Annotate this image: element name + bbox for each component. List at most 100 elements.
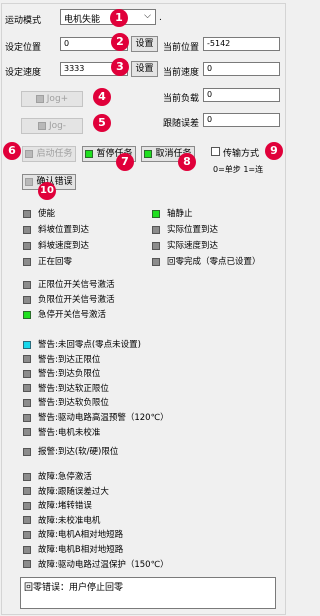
follow-error-field: 0 bbox=[203, 113, 280, 127]
status-text: 正限位开关信号激活 bbox=[38, 280, 115, 290]
status-led-icon bbox=[23, 545, 31, 554]
chevron-down-icon: ⌵ bbox=[144, 11, 151, 21]
status-indicator: 使能 bbox=[23, 209, 55, 220]
status-indicator: 实际位置到达 bbox=[152, 225, 218, 236]
jog-plus-button[interactable]: Jog+ bbox=[21, 91, 83, 107]
limit-indicator: 负限位开关信号激活 bbox=[23, 295, 115, 306]
jog-minus-label: Jog- bbox=[48, 121, 67, 131]
status-text: 实际位置到达 bbox=[167, 225, 219, 235]
status-led-icon bbox=[23, 530, 31, 539]
mode-label: 运动模式 bbox=[5, 16, 42, 26]
status-text: 警告:到达正限位 bbox=[38, 354, 101, 365]
set-position-label: 设定位置 bbox=[5, 43, 42, 53]
current-load-field: 0 bbox=[203, 88, 280, 102]
mode-suffix: . bbox=[159, 13, 162, 23]
current-speed-field: 0 bbox=[203, 62, 280, 76]
warning-indicator: 警告:到达正限位 bbox=[23, 355, 100, 366]
transfer-mode-label: 传输方式 bbox=[223, 149, 260, 159]
confirm-error-icon bbox=[25, 177, 34, 186]
status-text: 实际速度到达 bbox=[167, 241, 219, 251]
limit-indicator: 正限位开关信号激活 bbox=[23, 280, 115, 291]
status-led-icon bbox=[23, 413, 31, 422]
mode-select[interactable]: 电机失能 ⌵ bbox=[60, 9, 156, 25]
status-text: 警告:到达负限位 bbox=[38, 369, 101, 380]
status-led-icon bbox=[23, 225, 31, 234]
status-text: 回零完成（零点已设置） bbox=[167, 257, 261, 267]
status-led-icon bbox=[23, 428, 31, 437]
status-led-icon bbox=[23, 487, 31, 496]
fault-indicator: 故障:电机B相对地短路 bbox=[23, 545, 123, 556]
status-led-icon bbox=[23, 472, 31, 481]
status-text: 轴静止 bbox=[167, 209, 193, 219]
status-text: 警告:未回零点(零点未设置) bbox=[38, 340, 141, 350]
status-text: 负限位开关信号激活 bbox=[38, 295, 115, 305]
jog-plus-checkbox-icon bbox=[35, 94, 44, 103]
set-position-button[interactable]: 设置 bbox=[131, 36, 158, 52]
status-text: 斜坡速度到达 bbox=[38, 241, 90, 251]
jog-minus-button[interactable]: Jog- bbox=[21, 118, 83, 134]
status-led-icon bbox=[23, 241, 31, 250]
status-text: 急停开关信号激活 bbox=[38, 310, 107, 320]
transfer-mode-checkbox[interactable] bbox=[211, 147, 220, 156]
limit-indicator: 急停开关信号激活 bbox=[23, 310, 106, 321]
current-position-label: 当前位置 bbox=[163, 43, 200, 53]
marker-5: 5 bbox=[93, 114, 111, 132]
cancel-task-indicator-icon bbox=[144, 149, 153, 158]
status-led-icon bbox=[23, 355, 31, 364]
marker-10: 10 bbox=[38, 182, 56, 200]
marker-4: 4 bbox=[93, 88, 111, 106]
start-task-indicator-icon bbox=[25, 149, 34, 158]
fault-indicator: 故障:急停激活 bbox=[23, 472, 92, 483]
warning-indicator: 警告:驱动电路高温预警（120℃） bbox=[23, 413, 169, 424]
status-indicator: 实际速度到达 bbox=[152, 241, 218, 252]
status-text: 故障:堵转错误 bbox=[38, 501, 92, 512]
status-led-icon bbox=[23, 369, 31, 378]
start-task-label: 启动任务 bbox=[36, 149, 73, 159]
status-indicator: 斜坡速度到达 bbox=[23, 241, 89, 252]
status-led-icon bbox=[23, 257, 31, 266]
status-led-icon bbox=[23, 310, 31, 319]
status-text: 斜坡位置到达 bbox=[38, 225, 90, 235]
follow-error-label: 跟随误差 bbox=[163, 119, 200, 129]
transfer-mode-hint: 0=单步 1=连 bbox=[213, 165, 264, 174]
status-led-icon bbox=[152, 225, 160, 234]
status-led-icon bbox=[23, 560, 31, 569]
current-load-label: 当前负载 bbox=[163, 94, 200, 104]
status-text: 使能 bbox=[38, 209, 56, 219]
status-text: 故障:电机A相对地短路 bbox=[38, 530, 124, 541]
fault-indicator: 故障:电机A相对地短路 bbox=[23, 530, 123, 541]
set-speed-button[interactable]: 设置 bbox=[131, 61, 158, 77]
status-indicator: 回零完成（零点已设置） bbox=[152, 257, 261, 268]
marker-9: 9 bbox=[265, 142, 283, 160]
marker-2: 2 bbox=[111, 33, 129, 51]
warning-indicator: 警告:到达软正限位 bbox=[23, 384, 109, 395]
marker-1: 1 bbox=[110, 9, 128, 27]
jog-plus-label: Jog+ bbox=[46, 94, 69, 104]
marker-8: 8 bbox=[178, 153, 196, 171]
fault-indicator: 故障:跟随误差过大 bbox=[23, 487, 109, 498]
status-text: 故障:急停激活 bbox=[38, 472, 92, 482]
fault-indicator: 故障:驱动电路过温保护（150℃） bbox=[23, 560, 169, 571]
status-led-icon bbox=[23, 516, 31, 525]
status-led-icon bbox=[152, 241, 160, 250]
jog-minus-checkbox-icon bbox=[37, 121, 46, 130]
marker-7: 7 bbox=[116, 153, 134, 171]
status-text: 故障:跟随误差过大 bbox=[38, 486, 109, 497]
status-text: 故障:未校准电机 bbox=[38, 515, 101, 526]
status-indicator: 正在回零 bbox=[23, 257, 72, 268]
start-task-button[interactable]: 启动任务 bbox=[22, 146, 76, 162]
message-box: 回零错误：用户停止回零 bbox=[20, 577, 276, 609]
marker-6: 6 bbox=[3, 142, 21, 160]
status-led-icon bbox=[23, 340, 31, 349]
status-led-icon bbox=[23, 295, 31, 304]
warning-indicator: 警告:电机未校准 bbox=[23, 428, 100, 439]
warning-indicator: 警告:到达软负限位 bbox=[23, 398, 109, 409]
status-led-icon bbox=[23, 447, 31, 456]
status-indicator: 斜坡位置到达 bbox=[23, 225, 89, 236]
mode-select-value: 电机失能 bbox=[64, 15, 101, 25]
set-speed-label: 设定速度 bbox=[5, 68, 42, 78]
status-text: 正在回零 bbox=[38, 257, 73, 267]
status-led-icon bbox=[23, 398, 31, 407]
current-speed-label: 当前速度 bbox=[163, 68, 200, 78]
status-text: 警告:到达软负限位 bbox=[38, 398, 109, 409]
